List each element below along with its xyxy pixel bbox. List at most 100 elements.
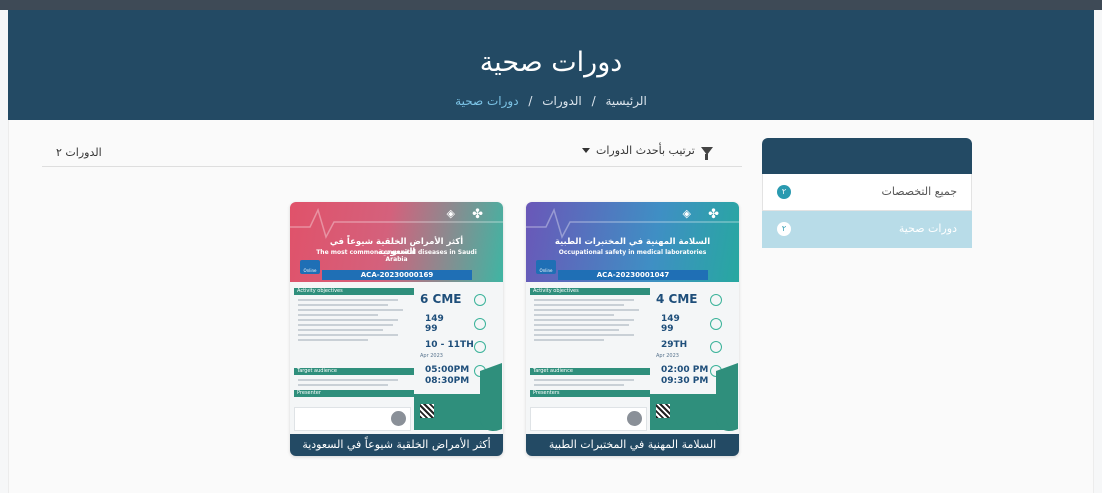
course-code: ACA-20230000169	[322, 270, 472, 280]
breadcrumb-courses[interactable]: الدورات	[542, 94, 582, 108]
objective-line	[298, 339, 368, 341]
objective-line	[534, 339, 604, 341]
page-header: دورات صحية الرئيسية / الدورات / دورات صح…	[8, 10, 1094, 120]
price-member: 149	[661, 314, 680, 324]
poster-header: ◈ ✤ السلامة المهنية في المختبرات الطبية …	[526, 202, 739, 282]
course-time-start: 02:00 PM	[661, 365, 709, 375]
page-title: دورات صحية	[479, 47, 623, 78]
objectives-heading: Activity objectives	[294, 288, 414, 295]
course-date: 29TH	[661, 340, 688, 350]
course-time-end: 08:30PM	[425, 376, 470, 386]
course-count: الدورات ٢	[56, 146, 102, 159]
sort-label[interactable]: ترتيب بأحدث الدورات	[596, 144, 695, 157]
heartbeat-line-icon	[290, 207, 503, 239]
poster-body: Activity objectives 4 CME 149 99 29TH Ap…	[526, 282, 739, 438]
audience-line	[298, 379, 398, 381]
sidebar-header	[762, 138, 972, 174]
poster-header: ◈ ✤ أكثر الأمراض الخلقية شيوعاً في السعو…	[290, 202, 503, 282]
online-video-icon: Online	[536, 260, 556, 274]
course-month: Apr 2023	[420, 353, 443, 359]
objective-line	[534, 309, 639, 311]
course-time-end: 09:30 PM	[661, 376, 709, 386]
sidebar-item-health-courses[interactable]: دورات صحية ٢	[762, 211, 972, 248]
online-video-icon: Online	[300, 260, 320, 274]
count-badge: ٢	[777, 222, 791, 236]
price-icon	[474, 318, 486, 330]
course-count-value: ٢	[56, 146, 62, 159]
objectives-heading: Activity objectives	[530, 288, 650, 295]
price-group: 99	[661, 324, 674, 334]
academy-logo-icon: ✤	[472, 207, 483, 222]
qr-code-icon	[656, 404, 670, 418]
course-month: Apr 2023	[656, 353, 679, 359]
poster-body: Activity objectives 6 CME 149 99 10 - 11…	[290, 282, 503, 438]
decorative-swoosh	[716, 362, 738, 438]
course-date: 10 - 11TH	[425, 340, 474, 350]
objective-line	[298, 304, 388, 306]
partner-logo-icon: ◈	[446, 207, 455, 220]
objective-line	[298, 314, 378, 316]
poster-title-en: The most common congenital diseases in S…	[316, 249, 477, 263]
objective-line	[298, 319, 398, 321]
sort-dropdown[interactable]: ترتيب بأحدث الدورات	[582, 144, 713, 160]
qr-code-icon	[420, 404, 434, 418]
presenter-box	[530, 407, 647, 431]
audience-line	[534, 379, 634, 381]
decorative-swoosh	[480, 362, 502, 438]
audience-heading: Target audience	[294, 368, 414, 375]
heartbeat-line-icon	[526, 207, 739, 239]
presenter-heading: Presenters	[530, 390, 650, 397]
objective-line	[534, 299, 634, 301]
breadcrumb-separator: /	[528, 94, 533, 108]
cme-badge-icon	[710, 294, 722, 306]
cme-hours: 6 CME	[420, 292, 462, 306]
course-card[interactable]: ◈ ✤ السلامة المهنية في المختبرات الطبية …	[526, 202, 739, 456]
poster-title-en: Occupational safety in medical laborator…	[558, 249, 707, 256]
audience-line	[298, 384, 388, 386]
course-poster[interactable]: ◈ ✤ السلامة المهنية في المختبرات الطبية …	[526, 202, 739, 438]
objective-line	[298, 299, 398, 301]
academy-logo-icon: ✤	[708, 207, 719, 222]
objective-line	[534, 304, 624, 306]
sidebar-item-label: جميع التخصصات	[881, 185, 957, 198]
price-group: 99	[425, 324, 438, 334]
objective-line	[534, 329, 619, 331]
top-strip	[0, 0, 1102, 10]
objective-line	[534, 334, 634, 336]
presenter-heading: Presenter	[294, 390, 414, 397]
sidebar-item-all-specialties[interactable]: جميع التخصصات ٢	[762, 174, 972, 211]
count-badge: ٢	[777, 185, 791, 199]
breadcrumb-current: دورات صحية	[455, 94, 519, 108]
calendar-icon	[474, 341, 486, 353]
caret-down-icon[interactable]	[582, 148, 590, 153]
objective-line	[534, 324, 629, 326]
audience-line	[534, 384, 624, 386]
filter-icon[interactable]	[700, 146, 713, 160]
course-code: ACA-20230001047	[558, 270, 708, 280]
partner-logo-icon: ◈	[682, 207, 691, 220]
breadcrumb-separator: /	[591, 94, 596, 108]
course-poster[interactable]: ◈ ✤ أكثر الأمراض الخلقية شيوعاً في السعو…	[290, 202, 503, 438]
presenter-box	[294, 407, 411, 431]
category-sidebar: جميع التخصصات ٢ دورات صحية ٢	[762, 138, 972, 248]
course-title[interactable]: أكثر الأمراض الخلقية شيوعاً في السعودية	[290, 434, 503, 456]
breadcrumb: الرئيسية / الدورات / دورات صحية	[8, 94, 1094, 108]
course-time-start: 05:00PM	[425, 365, 470, 375]
objective-line	[534, 314, 614, 316]
course-title[interactable]: السلامة المهنية في المختبرات الطبية	[526, 434, 739, 456]
objective-line	[298, 334, 398, 336]
course-card[interactable]: ◈ ✤ أكثر الأمراض الخلقية شيوعاً في السعو…	[290, 202, 503, 456]
cme-hours: 4 CME	[656, 292, 698, 306]
cme-badge-icon	[474, 294, 486, 306]
objective-line	[298, 324, 393, 326]
breadcrumb-home[interactable]: الرئيسية	[605, 94, 646, 108]
objective-line	[298, 329, 383, 331]
sidebar-item-label: دورات صحية	[898, 222, 957, 235]
calendar-icon	[710, 341, 722, 353]
price-member: 149	[425, 314, 444, 324]
presenter-avatar	[627, 411, 642, 426]
course-count-label: الدورات	[65, 146, 102, 159]
presenter-avatar	[391, 411, 406, 426]
poster-title-ar: السلامة المهنية في المختبرات الطبية	[554, 237, 711, 247]
objective-line	[534, 319, 634, 321]
